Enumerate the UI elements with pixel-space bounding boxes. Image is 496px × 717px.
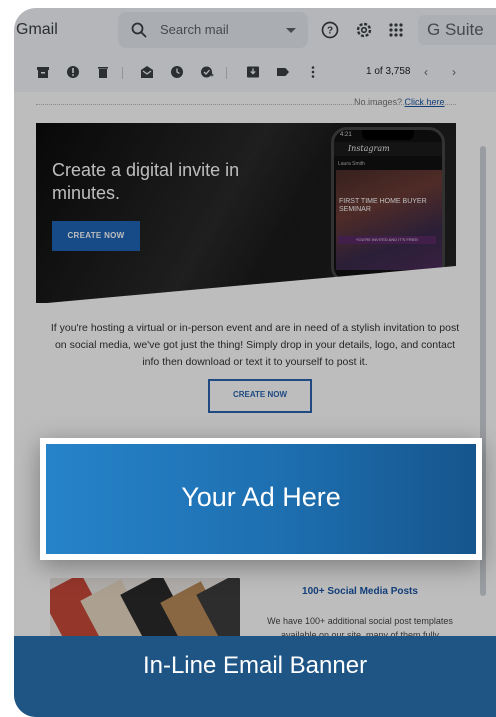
caption-banner: In-Line Email Banner	[14, 636, 496, 717]
screenshot-frame: Gmail Search mail ? G Suite 1 of 3,758 ‹…	[0, 0, 496, 717]
gmail-window: Gmail Search mail ? G Suite 1 of 3,758 ‹…	[14, 8, 496, 717]
ad-banner: Your Ad Here	[46, 444, 476, 554]
caption-text: In-Line Email Banner	[142, 652, 368, 679]
dim-overlay	[14, 8, 496, 717]
ad-text: Your Ad Here	[181, 482, 341, 512]
ad-placement[interactable]: Your Ad Here	[40, 438, 482, 560]
